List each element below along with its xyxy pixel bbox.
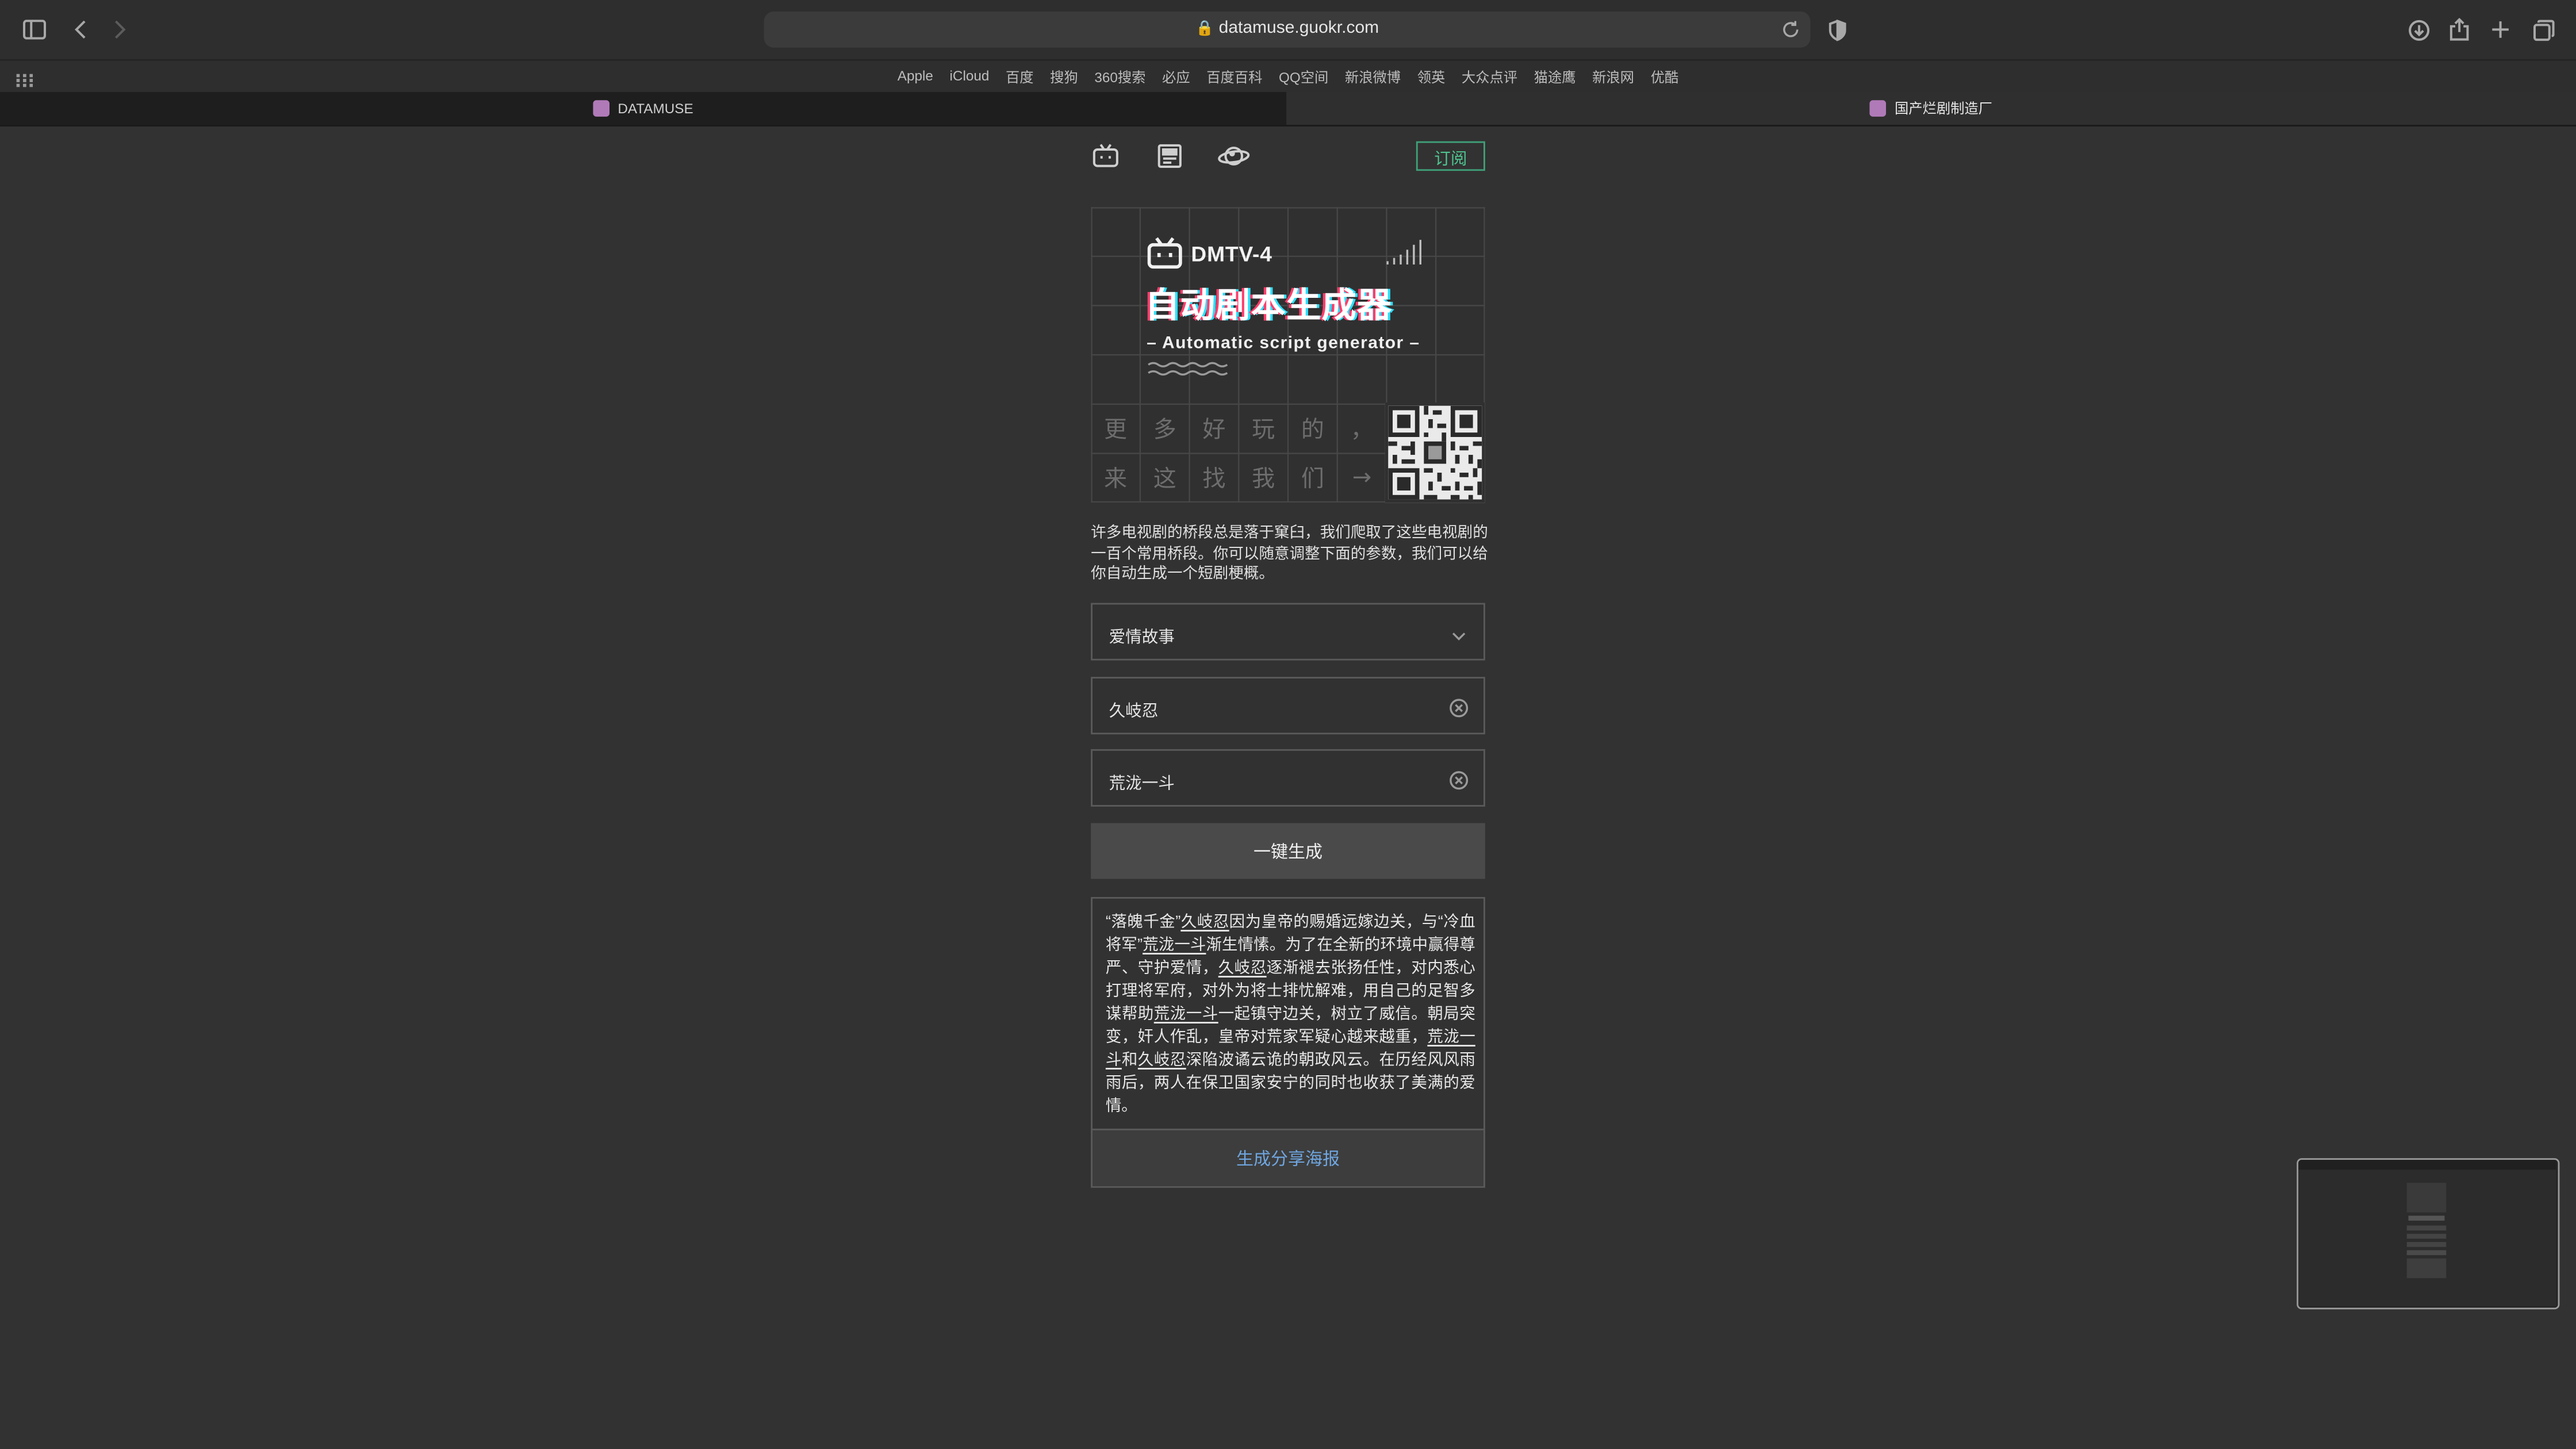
genre-value: 爱情故事 xyxy=(1109,629,1175,647)
browser-window: 🔒 datamuse.guokr.com Apple iCloud 百度 搜狗 … xyxy=(0,0,2576,1449)
tv-logo-icon xyxy=(1147,236,1183,269)
character-name: 久岐忍 xyxy=(1180,913,1229,931)
url-text: datamuse.guokr.com xyxy=(1218,18,1379,38)
sidebar-toggle-icon[interactable] xyxy=(18,13,51,46)
banner-subtitle: – Automatic script generator – xyxy=(1147,334,1420,354)
new-tab-icon[interactable] xyxy=(2484,13,2517,46)
character-name: 久岐忍 xyxy=(1218,959,1267,977)
character-name: 荒泷一斗 xyxy=(1143,936,1206,954)
grid-char: 找 xyxy=(1202,466,1226,493)
grid-char: 们 xyxy=(1301,466,1324,493)
toolbar: 🔒 datamuse.guokr.com xyxy=(0,0,2576,59)
reload-icon[interactable] xyxy=(1777,17,1804,43)
grid-char: 这 xyxy=(1153,466,1176,493)
favorite-link[interactable]: 大众点评 xyxy=(1454,67,1526,87)
clear-icon[interactable] xyxy=(1449,696,1469,718)
favorite-link[interactable]: 领英 xyxy=(1409,67,1453,87)
clear-icon[interactable] xyxy=(1449,769,1469,790)
thumbnail-preview-icon xyxy=(2298,1160,2556,1306)
page-thumbnail[interactable] xyxy=(2297,1158,2560,1310)
favorite-link[interactable]: 新浪网 xyxy=(1584,67,1642,87)
name1-input[interactable]: 久岐忍 xyxy=(1091,677,1485,735)
tab-datamuse[interactable]: DATAMUSE xyxy=(0,92,1287,125)
grid-char: 玩 xyxy=(1252,417,1275,444)
grid-char: 我 xyxy=(1252,466,1275,493)
chevron-down-icon xyxy=(1449,624,1469,644)
share-icon[interactable] xyxy=(2443,13,2476,46)
favorite-link[interactable]: 必应 xyxy=(1154,67,1198,87)
tab-drama-factory[interactable]: 国产烂剧制造厂 xyxy=(1286,92,2576,125)
tab-title: 国产烂剧制造厂 xyxy=(1894,100,1992,117)
favorite-link[interactable]: 优酷 xyxy=(1642,67,1686,87)
story-text: “落魄千金” xyxy=(1105,913,1181,931)
lock-icon: 🔒 xyxy=(1195,20,1214,36)
article-icon[interactable] xyxy=(1155,141,1184,171)
back-icon[interactable] xyxy=(64,13,97,46)
name2-input[interactable]: 荒泷一斗 xyxy=(1091,749,1485,807)
intro-text: 许多电视剧的桥段总是落于窠臼，我们爬取了这些电视剧的一百个常用桥段。你可以随意调… xyxy=(1091,524,1488,582)
qr-code[interactable] xyxy=(1385,402,1485,503)
tv-icon[interactable] xyxy=(1091,141,1120,171)
result-panel: “落魄千金”久岐忍因为皇帝的赐婚远嫁边关，与“冷血将军”荒泷一斗渐生情愫。为了在… xyxy=(1091,897,1485,1188)
favorite-link[interactable]: iCloud xyxy=(941,67,997,87)
banner-title: 自动剧本生成器 xyxy=(1145,288,1393,325)
wave-decoration xyxy=(1148,362,1228,376)
grid-char: 好 xyxy=(1202,417,1226,444)
favorites-bar: Apple iCloud 百度 搜狗 360搜索 必应 百度百科 QQ空间 新浪微博 领英 大众点评… xyxy=(0,59,2576,94)
favorite-link[interactable]: 百度 xyxy=(998,67,1042,87)
favicon-icon xyxy=(593,100,610,117)
qr-code-icon xyxy=(1388,405,1482,500)
tab-bar: DATAMUSE 国产烂剧制造厂 xyxy=(0,92,2576,126)
tab-title: DATAMUSE xyxy=(618,100,693,117)
grid-char: → xyxy=(1352,465,1372,492)
favicon-icon xyxy=(1870,100,1887,117)
story-text: 和 xyxy=(1121,1051,1138,1070)
favorite-link[interactable]: 搜狗 xyxy=(1042,67,1086,87)
grid-char: 更 xyxy=(1104,417,1127,444)
grid-char: 多 xyxy=(1153,417,1176,444)
generate-button[interactable]: 一键生成 xyxy=(1091,823,1485,879)
name2-value: 荒泷一斗 xyxy=(1109,775,1175,793)
favorite-link[interactable]: 猫途鹰 xyxy=(1525,67,1584,87)
genre-select[interactable]: 爱情故事 xyxy=(1091,603,1485,661)
downloads-icon[interactable] xyxy=(2402,13,2435,46)
grid-char: 来 xyxy=(1104,466,1127,493)
forward-icon[interactable] xyxy=(103,13,136,46)
tab-overview-icon[interactable] xyxy=(2527,13,2559,46)
favorite-link[interactable]: 360搜索 xyxy=(1086,67,1154,87)
character-name: 荒泷一斗 xyxy=(1153,1005,1218,1023)
favorite-link[interactable]: 新浪微博 xyxy=(1337,67,1409,87)
favorite-link[interactable]: QQ空间 xyxy=(1271,67,1337,87)
signal-bars-icon xyxy=(1386,240,1421,264)
grid-char: ， xyxy=(1350,417,1374,444)
planet-icon[interactable] xyxy=(1217,141,1250,171)
grid-char: 的 xyxy=(1301,417,1324,444)
address-bar[interactable]: 🔒 datamuse.guokr.com xyxy=(764,12,1811,48)
character-name: 久岐忍 xyxy=(1137,1051,1186,1070)
favorite-link[interactable]: 百度百科 xyxy=(1198,67,1271,87)
result-text: “落魄千金”久岐忍因为皇帝的赐婚远嫁边关，与“冷血将军”荒泷一斗渐生情愫。为了在… xyxy=(1106,912,1475,1119)
banner-logo-text: DMTV-4 xyxy=(1191,241,1272,266)
url-field[interactable]: 🔒 datamuse.guokr.com xyxy=(764,18,1811,37)
generate-poster-button[interactable]: 生成分享海报 xyxy=(1092,1128,1483,1186)
favorite-link[interactable]: Apple xyxy=(890,67,942,87)
favorites-list: Apple iCloud 百度 搜狗 360搜索 必应 百度百科 QQ空间 新浪微博 领英 大众点评… xyxy=(0,67,2576,87)
name1-value: 久岐忍 xyxy=(1109,703,1159,722)
privacy-shield-icon[interactable] xyxy=(1820,13,1853,46)
browser-chrome: 🔒 datamuse.guokr.com Apple iCloud 百度 搜狗 … xyxy=(0,0,2576,126)
subscribe-button[interactable]: 订阅 xyxy=(1416,141,1485,171)
